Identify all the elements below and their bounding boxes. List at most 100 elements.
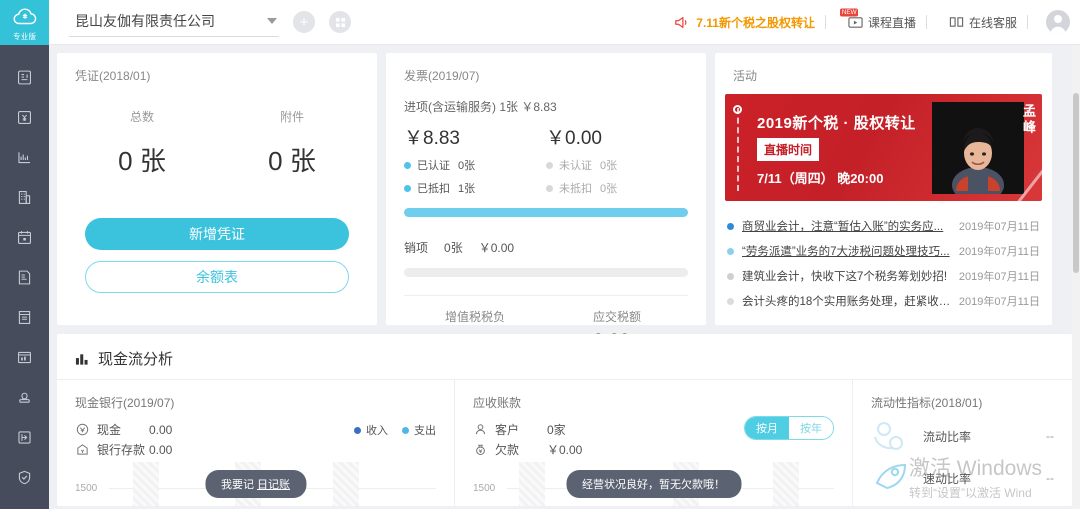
receivables-chart-y-tick: 1500: [473, 483, 495, 494]
debt-value: ￥0.00: [547, 441, 582, 458]
toggle-year[interactable]: 按年: [789, 417, 833, 439]
legend-income[interactable]: 收入: [354, 422, 388, 438]
invoice-sales-label: 销项: [404, 239, 428, 256]
left-sidebar: 专业版: [0, 0, 49, 509]
invoice-row-uncertified-label: 未认证: [559, 157, 592, 173]
top-cards-row: 凭证(2018/01) 总数 0 张 附件 0 张 新增凭证 余额表 发票(20…: [57, 53, 1072, 325]
company-selector[interactable]: 昆山友伽有限责任公司: [69, 8, 279, 37]
current-ratio-label: 流动比率: [923, 428, 1046, 445]
invoice-sales-progressbar: [404, 268, 688, 277]
invoice-row-uncertified: 未认证 0张: [546, 157, 688, 173]
grid-icon[interactable]: [329, 11, 351, 33]
shield-check-icon: [16, 469, 33, 486]
sidebar-item-receipt[interactable]: [0, 257, 49, 297]
promo-announcement[interactable]: 7.11新个税之股权转让: [674, 14, 815, 31]
sidebar-item-assets[interactable]: [0, 177, 49, 217]
voucher-kpi-attachment-label: 附件: [217, 108, 367, 125]
invoice-input-line: 进项(含运输服务) 1张 ￥8.83: [386, 84, 706, 115]
add-voucher-button[interactable]: 新增凭证: [85, 218, 349, 250]
news-title: 建筑业会计，快收下这7个税务筹划妙招!: [742, 268, 951, 284]
top-header: 昆山友伽有限责任公司 + 7.11新个税之股权转让 NEW 课程直播 在线客服: [49, 0, 1080, 45]
promo-text: 7.11新个税之股权转让: [696, 14, 815, 31]
sidebar-item-report[interactable]: [0, 137, 49, 177]
invoice-sales-amount: ￥0.00: [479, 239, 514, 256]
document-list-icon: [16, 69, 33, 86]
voucher-kpi-attachment-value: 0 张: [217, 141, 367, 178]
online-service-button[interactable]: 在线客服: [949, 14, 1017, 31]
receipt-icon: [16, 269, 33, 286]
video-play-icon: [848, 15, 863, 29]
placeholder-bar: [133, 462, 159, 506]
app-logo[interactable]: 专业版: [0, 0, 49, 45]
banner-speaker-name: 孟峰: [1019, 104, 1038, 136]
export-icon: [16, 429, 33, 446]
sidebar-item-export[interactable]: [0, 417, 49, 457]
sidebar-item-settings[interactable]: [0, 497, 49, 509]
legend-expense-label: 支出: [414, 422, 436, 438]
banner-live-chip: 直播时间: [757, 138, 819, 161]
invoice-row-certified: 已认证 0张: [404, 157, 546, 173]
header-right-area: 7.11新个税之股权转让 NEW 课程直播 在线客服: [674, 10, 1080, 34]
invoice-divider: [404, 295, 688, 296]
placeholder-bar: [773, 462, 799, 506]
rocket-icon: [871, 461, 917, 495]
avatar[interactable]: [1046, 10, 1070, 34]
company-name: 昆山友伽有限责任公司: [75, 11, 215, 31]
bullet-icon: [727, 273, 734, 280]
list-item[interactable]: 会计头疼的18个实用账务处理，赶紧收下! 2019年07月11日: [727, 293, 1040, 309]
invoice-left-col: ￥8.83 已认证 0张 已抵扣 1张: [404, 123, 546, 196]
legend-income-label: 收入: [366, 422, 388, 438]
ratio-circles-icon: [871, 419, 917, 453]
invoice-row-undeducted-label: 未抵扣: [559, 180, 592, 196]
status-dot-icon: [404, 185, 411, 192]
receivables-subtitle: 应收账款: [473, 394, 834, 411]
sidebar-item-invoice[interactable]: [0, 97, 49, 137]
live-course-button[interactable]: NEW 课程直播: [848, 14, 916, 31]
list-item[interactable]: “劳务派遣”业务的7大涉税问题处理技巧... 2019年07月11日: [727, 243, 1040, 259]
money-document-icon: [16, 109, 33, 126]
voucher-kpi-total: 总数 0 张: [67, 108, 217, 178]
cash-chart-y-tick: 1500: [75, 483, 97, 494]
sidebar-item-archive[interactable]: [0, 297, 49, 337]
header-divider-3: [1027, 15, 1028, 29]
book-icon: [949, 15, 964, 29]
customer-icon: [473, 423, 487, 436]
scrollbar-thumb[interactable]: [1073, 93, 1079, 273]
legend-expense[interactable]: 支出: [402, 422, 436, 438]
journal-tooltip-link: 日记账: [257, 479, 290, 491]
cash-label: 现金: [97, 421, 149, 438]
quick-ratio-label: 速动比率: [923, 470, 1046, 487]
bank-label: 银行存款: [97, 441, 149, 458]
archive-icon: [16, 309, 33, 326]
invoice-right-col: ￥0.00 未认证 0张 未抵扣 0张: [546, 123, 688, 196]
toggle-month[interactable]: 按月: [745, 417, 789, 439]
placeholder-bar: [519, 462, 545, 506]
add-company-button[interactable]: +: [293, 11, 315, 33]
live-course-label: 课程直播: [868, 14, 916, 31]
voucher-card-title: 凭证(2018/01): [57, 53, 377, 84]
page-scrollbar[interactable]: [1072, 45, 1080, 509]
list-item[interactable]: 商贸业会计，注意“暂估入账”的实务应... 2019年07月11日: [727, 218, 1040, 234]
voucher-buttons: 新增凭证 余额表: [57, 218, 377, 293]
receivables-tooltip[interactable]: 经营状况良好，暂无欠款哦！: [566, 470, 741, 498]
journal-tooltip[interactable]: 我要记 日记账: [205, 470, 306, 498]
activity-banner[interactable]: 2019新个税 · 股权转让 直播时间 7/11（周四） 晚20:00: [725, 94, 1042, 201]
cloud-icon: [12, 6, 38, 30]
list-item[interactable]: 建筑业会计，快收下这7个税务筹划妙招! 2019年07月11日: [727, 268, 1040, 284]
cashflow-section: 现金流分析 现金银行(2019/07) 现金 0.00: [57, 334, 1072, 506]
cashflow-title: 现金流分析: [98, 348, 173, 369]
bank-icon: [75, 443, 89, 456]
status-dot-icon: [546, 185, 553, 192]
invoice-row-undeducted-count: 0张: [600, 180, 617, 196]
period-toggle[interactable]: 按月 按年: [744, 416, 834, 440]
sidebar-item-stamp[interactable]: [0, 377, 49, 417]
voucher-card: 凭证(2018/01) 总数 0 张 附件 0 张 新增凭证 余额表: [57, 53, 377, 325]
sidebar-item-calendar[interactable]: [0, 217, 49, 257]
sidebar-item-security[interactable]: [0, 457, 49, 497]
moneybag-icon: [473, 443, 487, 456]
news-title: 商贸业会计，注意“暂估入账”的实务应...: [742, 218, 951, 234]
sidebar-item-voucher[interactable]: [0, 57, 49, 97]
sidebar-item-dashboard[interactable]: [0, 337, 49, 377]
megaphone-icon: [674, 15, 690, 30]
balance-sheet-button[interactable]: 余额表: [85, 261, 349, 293]
